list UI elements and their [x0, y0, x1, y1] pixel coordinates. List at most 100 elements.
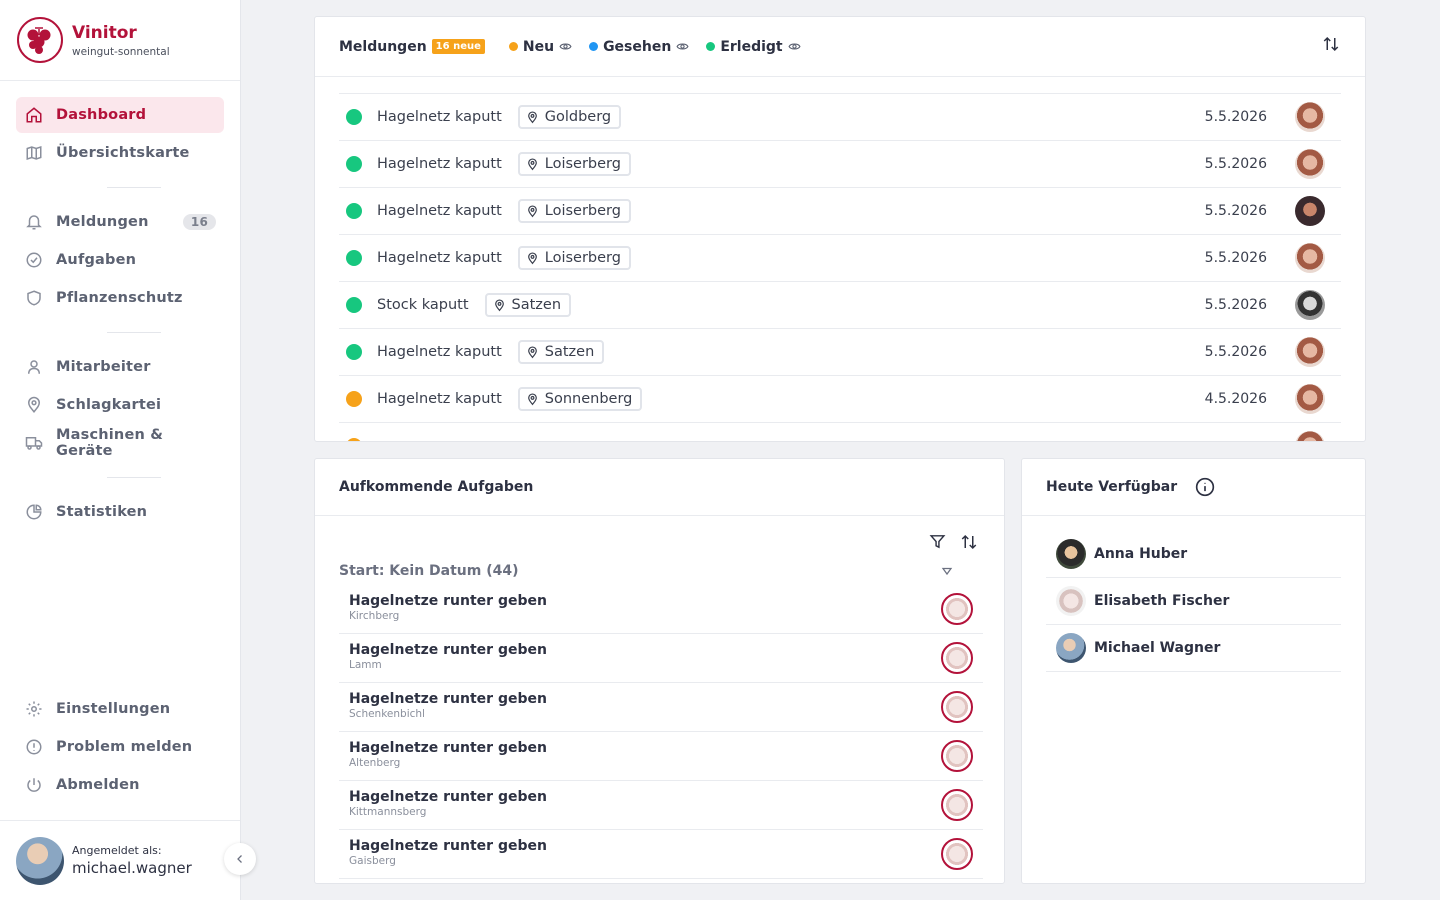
table-row[interactable]: Hagelnetz kaputt Sonnenberg 4.5.2026	[339, 375, 1341, 422]
verfuegbar-card: Heute Verfügbar Anna Huber Elisabeth Fis…	[1021, 458, 1366, 884]
meldung-date: 5.5.2026	[1204, 109, 1267, 125]
sidebar-item-statistiken[interactable]: Statistiken	[16, 494, 224, 530]
filter-icon[interactable]	[929, 533, 946, 551]
sidebar-item-maschinen[interactable]: Maschinen & Geräte	[16, 425, 224, 461]
list-item[interactable]: Hagelnetze runter geben Kittmannsberg	[339, 781, 983, 830]
avatar	[941, 789, 973, 821]
meldungen-header: Meldungen 16 neue Neu Gesehen Erledigt	[315, 17, 1365, 77]
eye-icon[interactable]	[788, 40, 801, 53]
avatar	[1295, 384, 1325, 414]
legend-label-neu: Neu	[522, 38, 555, 55]
brand-header[interactable]: Vinitor weingut-sonnental	[0, 0, 240, 81]
brand-subtitle: weingut-sonnental	[72, 45, 170, 58]
table-row[interactable]: Stock kaputt Satzen 5.5.2026	[339, 281, 1341, 328]
avatar	[1295, 149, 1325, 179]
task-location: Kittmannsberg	[349, 806, 427, 818]
list-item[interactable]: Anna Huber	[1046, 531, 1341, 578]
avatar	[1295, 431, 1325, 441]
bell-icon	[25, 213, 43, 231]
sidebar-item-schlagkartei[interactable]: Schlagkartei	[16, 387, 224, 423]
user-caption: Angemeldet als:	[72, 844, 162, 857]
location-label: Loiserberg	[544, 250, 621, 266]
pie-chart-icon	[25, 503, 43, 521]
chevron-down-icon[interactable]	[941, 565, 953, 577]
location-tag[interactable]: Sonnenberg	[517, 387, 643, 411]
table-row[interactable]: Hagelnetz kaputt Loiserberg 5.5.2026	[339, 187, 1341, 234]
sidebar-item-meldungen[interactable]: Meldungen 16	[16, 204, 224, 240]
sidebar-item-abmelden[interactable]: Abmelden	[16, 767, 224, 803]
location-tag[interactable]: Loiserberg	[517, 152, 631, 176]
task-location: Kirchberg	[349, 610, 400, 622]
sort-icon[interactable]	[960, 533, 978, 551]
location-tag[interactable]: Loiserberg	[517, 246, 631, 270]
list-item[interactable]: Hagelnetze runter geben Gaisberg	[339, 830, 983, 879]
eye-icon[interactable]	[559, 40, 572, 53]
status-dot-neu	[346, 391, 362, 407]
aufgaben-title: Aufkommende Aufgaben	[339, 479, 534, 495]
truck-icon	[25, 434, 43, 452]
sidebar-item-label: Schlagkartei	[56, 397, 162, 413]
sidebar-item-mitarbeiter[interactable]: Mitarbeiter	[16, 349, 224, 385]
sidebar-item-dashboard[interactable]: Dashboard	[16, 97, 224, 133]
map-pin-icon	[25, 396, 43, 414]
list-item[interactable]: Hagelnetze runter geben Kirchberg	[339, 585, 983, 634]
eye-icon[interactable]	[676, 40, 689, 53]
table-row[interactable]: Hagelnetz kaputt Loiserberg 5.5.2026	[339, 234, 1341, 281]
table-row[interactable]: Hagelnetz kaputt Loiserberg 5.5.2026	[339, 140, 1341, 187]
sidebar-item-label: Meldungen	[56, 214, 149, 230]
task-title: Hagelnetze runter geben	[349, 691, 547, 707]
list-item[interactable]: Hagelnetze runter geben Lamm	[339, 634, 983, 683]
avatar	[1056, 633, 1086, 663]
meldungen-list: Hagelnetz kaputt Goldberg 5.5.2026 Hagel…	[339, 93, 1341, 441]
sidebar-item-label: Problem melden	[56, 739, 193, 755]
avatar	[941, 691, 973, 723]
group-label[interactable]: Start: Kein Datum (44)	[339, 563, 519, 579]
user-name: michael.wagner	[72, 859, 192, 877]
sidebar-item-label: Dashboard	[56, 107, 147, 123]
user-icon	[25, 358, 43, 376]
legend-dot-erledigt	[706, 42, 716, 51]
list-item[interactable]: Hagelnetze runter geben Schenkenbichl	[339, 683, 983, 732]
sidebar-item-uebersichtskarte[interactable]: Übersichtskarte	[16, 135, 224, 171]
legend-label-gesehen: Gesehen	[603, 38, 672, 55]
current-user[interactable]: Angemeldet als: michael.wagner	[0, 820, 240, 900]
info-icon[interactable]	[1195, 477, 1215, 497]
meldung-title: Hagelnetz kaputt	[377, 344, 502, 360]
meldung-date: 5.5.2026	[1204, 250, 1267, 266]
avatar	[1295, 102, 1325, 132]
list-item[interactable]: Hagelnetze runter geben Altenberg	[339, 732, 983, 781]
location-tag[interactable]: Goldberg	[517, 105, 622, 129]
sidebar-item-einstellungen[interactable]: Einstellungen	[16, 691, 224, 727]
aufgaben-header: Aufkommende Aufgaben	[315, 459, 1004, 516]
sort-icon[interactable]	[1321, 34, 1341, 54]
meldung-title: Hagelnetz kaputt	[377, 156, 502, 172]
collapse-sidebar-button[interactable]	[224, 843, 256, 875]
table-row-partial[interactable]	[339, 422, 1341, 441]
meldung-title: Hagelnetz kaputt	[377, 391, 502, 407]
legend-dot-neu	[508, 42, 518, 51]
table-row[interactable]: Hagelnetz kaputt Goldberg 5.5.2026	[339, 93, 1341, 140]
location-tag[interactable]: Loiserberg	[517, 199, 631, 223]
meldung-title: Hagelnetz kaputt	[377, 203, 502, 219]
list-item[interactable]: Michael Wagner	[1046, 625, 1341, 672]
task-location: Schenkenbichl	[349, 708, 425, 720]
check-circle-icon	[25, 251, 43, 269]
sidebar-item-label: Mitarbeiter	[56, 359, 151, 375]
location-tag[interactable]: Satzen	[484, 293, 572, 317]
user-avatar	[16, 836, 64, 885]
location-label: Loiserberg	[544, 156, 621, 172]
map-icon	[25, 144, 43, 162]
list-item[interactable]: Elisabeth Fischer	[1046, 578, 1341, 625]
location-label: Satzen	[544, 344, 595, 360]
status-dot-erledigt	[346, 156, 362, 172]
map-pin-icon	[526, 251, 539, 265]
task-title: Hagelnetze runter geben	[349, 642, 547, 658]
sidebar-item-aufgaben[interactable]: Aufgaben	[16, 242, 224, 278]
sidebar-item-pflanzenschutz[interactable]: Pflanzenschutz	[16, 280, 224, 316]
table-row[interactable]: Hagelnetz kaputt Satzen 5.5.2026	[339, 328, 1341, 375]
verfuegbar-title: Heute Verfügbar	[1046, 479, 1178, 495]
sidebar-item-problem-melden[interactable]: Problem melden	[16, 729, 224, 765]
verfuegbar-header: Heute Verfügbar	[1022, 459, 1365, 516]
map-pin-icon	[493, 298, 506, 312]
location-tag[interactable]: Satzen	[517, 340, 605, 364]
